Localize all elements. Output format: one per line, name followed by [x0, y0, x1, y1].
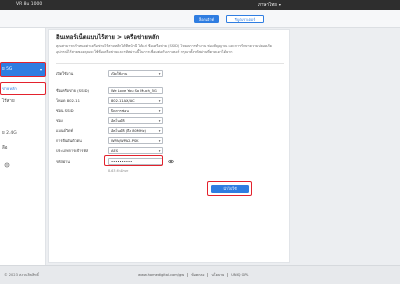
- chevron-down-icon: ▾: [158, 99, 161, 103]
- hide-ssid-label: ซ่อน SSID: [56, 108, 74, 113]
- form-row-bandwidth: แบนด์วิดท์ อัตโนมัติ (ถึง 80MHz) ▾: [56, 127, 284, 134]
- auth-label: การยืนยันตัวตน: [56, 138, 82, 143]
- mode-label: โหมด 802.11: [56, 98, 81, 103]
- page-description: คุณสามารถกำหนดค่าเครือข่ายไร้สายหลักได้ท…: [56, 44, 272, 54]
- password-label: รหัสผ่าน: [56, 159, 70, 164]
- ssid-input[interactable]: [108, 87, 163, 94]
- action-bar: ล็อกเอ้าท์ รีบูตเราเตอร์: [0, 10, 400, 28]
- footer-link-gpl[interactable]: UNIQ GPL: [227, 273, 252, 277]
- select-value: เปิดใช้งาน: [111, 72, 128, 76]
- select-value: อัตโนมัติ (ถึง 80MHz): [111, 129, 146, 133]
- encryption-label: ประเภทการเข้ารหัส: [56, 148, 89, 153]
- chevron-down-icon: ▾: [39, 67, 42, 72]
- sidebar-item-wireless-2g[interactable]: ย 2.4G: [0, 128, 45, 139]
- gear-icon[interactable]: [4, 162, 10, 168]
- reboot-button[interactable]: รีบูตเราเตอร์: [226, 15, 264, 23]
- sidebar-item-help[interactable]: ลือ: [0, 143, 45, 154]
- select-value: ปิดการซ่อน: [111, 109, 129, 113]
- form-row-hide-ssid: ซ่อน SSID ปิดการซ่อน ▾: [56, 107, 284, 114]
- chevron-down-icon: ▾: [158, 149, 161, 153]
- chevron-down-icon: ▾: [158, 119, 161, 123]
- sidebar: ย 5G ▾ ข่ายหลัก ไร้สาย ย 2.4G ลือ: [0, 28, 46, 265]
- sidebar-item-label: ย 5G: [2, 67, 13, 72]
- logout-button[interactable]: ล็อกเอ้าท์: [194, 15, 219, 23]
- select-value: AES: [111, 149, 119, 153]
- form-row-encryption: ประเภทการเข้ารหัส AES ▾: [56, 147, 284, 154]
- channel-label: ช่อง: [56, 118, 63, 123]
- form-row-enable: เปิดใช้งาน เปิดใช้งาน ▾: [56, 70, 284, 77]
- sidebar-item-label: ย 2.4G: [2, 131, 17, 136]
- chevron-down-icon: ▾: [158, 109, 161, 113]
- footer: © 2023 สงวนลิขสิทธิ์ www.homedigital.com…: [0, 265, 400, 284]
- sidebar-item-label: ลือ: [2, 146, 8, 151]
- enable-label: เปิดใช้งาน: [56, 71, 74, 76]
- sidebar-item-wireless[interactable]: ไร้สาย: [0, 96, 45, 107]
- settings-card: อินเทอร์เน็ตแบบไร้สาย > เครือข่ายหลัก คุ…: [48, 29, 290, 263]
- chevron-down-icon: ▾: [278, 2, 281, 7]
- footer-links: www.homedigital.com/gw ข้อตกลง นโยบาย UNIQ …: [138, 266, 252, 284]
- sidebar-item-label: ไร้สาย: [2, 99, 15, 104]
- divider: [56, 63, 284, 64]
- page-title: อินเทอร์เน็ตแบบไร้สาย > เครือข่ายหลัก: [56, 34, 160, 41]
- language-label: ภาษาไทย: [258, 3, 277, 8]
- sidebar-item-main-network[interactable]: ข่ายหลัก: [0, 83, 45, 94]
- copyright: © 2023 สงวนลิขสิทธิ์: [4, 273, 39, 277]
- select-value: 802.11AX/AC: [111, 99, 135, 103]
- form-row-ssid: ชื่อเครือข่าย (SSID): [56, 87, 284, 94]
- footer-link-website[interactable]: www.homedigital.com/gw: [138, 273, 187, 277]
- password-hint: 8-63 ตัวอักษร: [108, 169, 129, 173]
- apply-button[interactable]: นำไปใช้: [211, 185, 249, 193]
- bandwidth-label: แบนด์วิดท์: [56, 128, 74, 133]
- form-row-password: รหัสผ่าน: [56, 158, 284, 165]
- form-row-channel: ช่อง อัตโนมัติ ▾: [56, 117, 284, 124]
- form-row-mode: โหมด 802.11 802.11AX/AC ▾: [56, 97, 284, 104]
- footer-link-terms[interactable]: ข้อตกลง: [187, 273, 208, 277]
- footer-link-policy[interactable]: นโยบาย: [207, 273, 228, 277]
- sidebar-item-wireless-5g[interactable]: ย 5G ▾: [0, 63, 45, 76]
- chevron-down-icon: ▾: [158, 139, 161, 143]
- chevron-down-icon: ▾: [158, 129, 161, 133]
- encryption-select[interactable]: AES ▾: [108, 147, 163, 154]
- password-field[interactable]: [108, 158, 163, 165]
- bandwidth-select[interactable]: อัตโนมัติ (ถึง 80MHz) ▾: [108, 127, 163, 134]
- language-select[interactable]: ภาษาไทย ▾: [258, 0, 281, 10]
- chevron-down-icon: ▾: [158, 72, 161, 76]
- auth-select[interactable]: WPA/WPA2-PSK ▾: [108, 137, 163, 144]
- select-value: อัตโนมัติ: [111, 119, 125, 123]
- select-value: WPA/WPA2-PSK: [111, 139, 139, 143]
- eye-icon[interactable]: [168, 159, 174, 164]
- ssid-label: ชื่อเครือข่าย (SSID): [56, 88, 90, 93]
- mode-select[interactable]: 802.11AX/AC ▾: [108, 97, 163, 104]
- top-bar: VR 8u 1000 ภาษาไทย ▾: [0, 0, 400, 10]
- sidebar-item-label: ข่ายหลัก: [2, 86, 17, 91]
- enable-select[interactable]: เปิดใช้งาน ▾: [108, 70, 163, 77]
- form-row-auth: การยืนยันตัวตน WPA/WPA2-PSK ▾: [56, 137, 284, 144]
- model-name: VR 8u 1000: [16, 2, 43, 7]
- hide-ssid-select[interactable]: ปิดการซ่อน ▾: [108, 107, 163, 114]
- channel-select[interactable]: อัตโนมัติ ▾: [108, 117, 163, 124]
